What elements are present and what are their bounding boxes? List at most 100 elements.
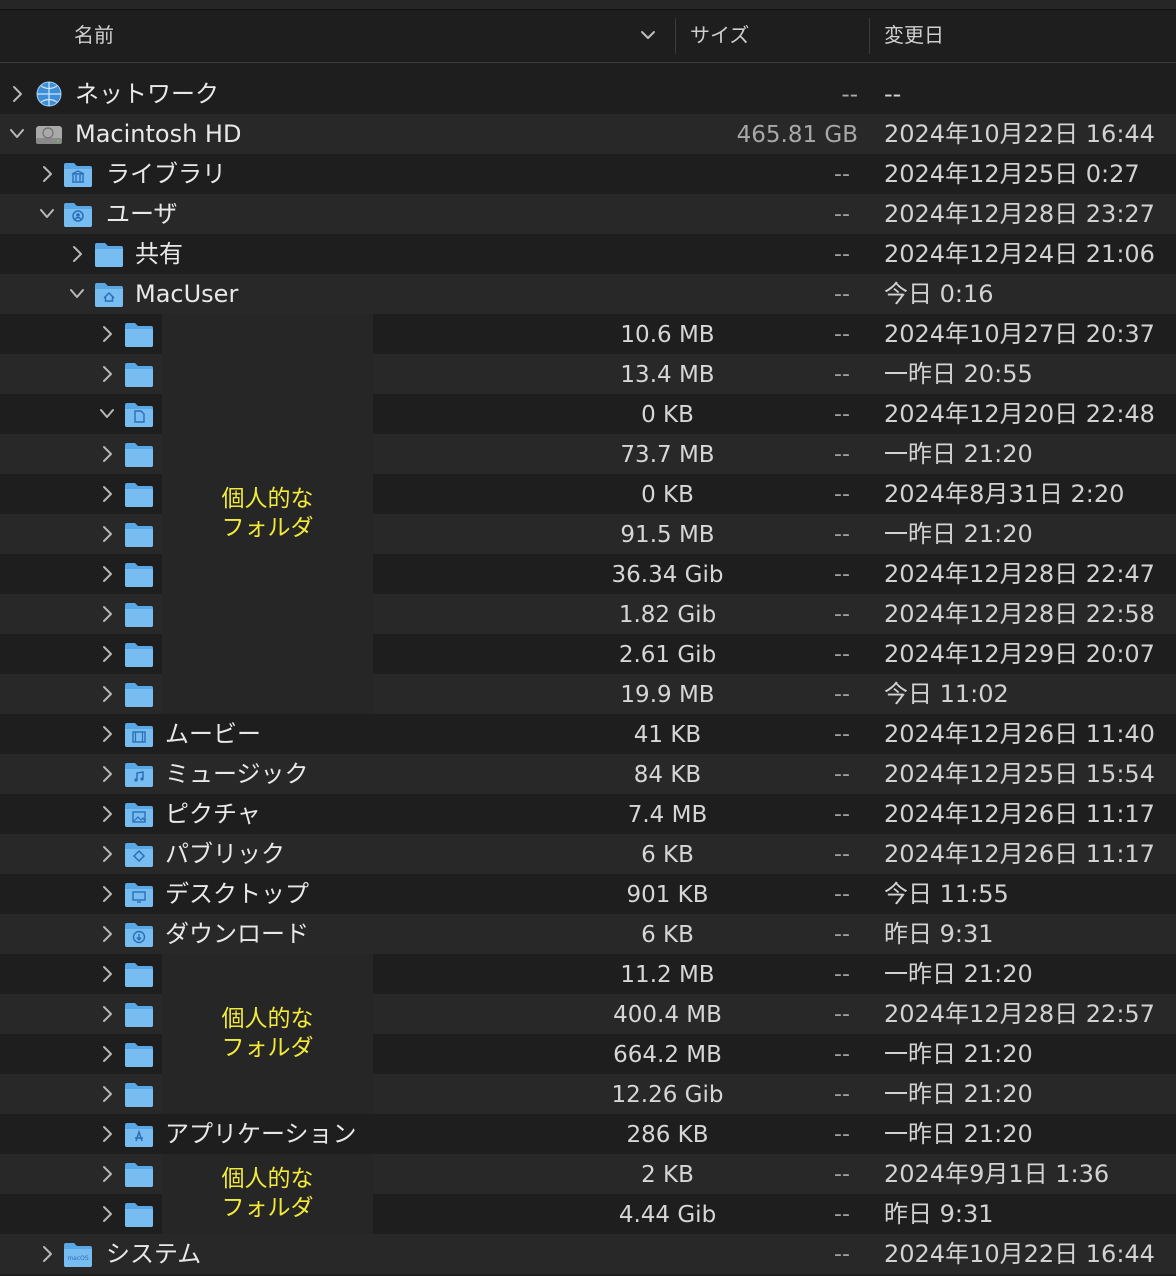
- column-divider[interactable]: [869, 18, 870, 54]
- list-row[interactable]: ダウンロード 6 KB -- 昨日 9:31: [0, 914, 1176, 954]
- item-name: ムービー: [165, 720, 261, 748]
- kind-placeholder: --: [834, 802, 850, 827]
- chevron-right-icon[interactable]: [10, 84, 24, 104]
- chevron-right-icon[interactable]: [100, 604, 114, 624]
- folder-icon: [124, 480, 154, 508]
- kind-placeholder: --: [834, 962, 850, 987]
- item-size: 400.4 MB: [613, 1002, 722, 1028]
- chevron-right-icon[interactable]: [100, 724, 114, 744]
- folder-icon: [94, 240, 124, 268]
- kind-placeholder: --: [834, 1202, 850, 1227]
- chevron-right-icon[interactable]: [100, 924, 114, 944]
- redaction-label-line: フォルダ: [221, 515, 314, 541]
- chevron-right-icon[interactable]: [40, 1244, 54, 1264]
- list-row[interactable]: デスクトップ 901 KB -- 今日 11:55: [0, 874, 1176, 914]
- chevron-right-icon[interactable]: [100, 1204, 114, 1224]
- list-row[interactable]: ユーザ -- 2024年12月28日 23:27: [0, 194, 1176, 234]
- list-row[interactable]: パブリック 6 KB -- 2024年12月26日 11:17: [0, 834, 1176, 874]
- chevron-right-icon[interactable]: [100, 764, 114, 784]
- chevron-right-icon[interactable]: [100, 324, 114, 344]
- item-name: MacUser: [135, 280, 239, 308]
- chevron-right-icon[interactable]: [100, 884, 114, 904]
- chevron-right-icon[interactable]: [100, 844, 114, 864]
- chevron-right-icon[interactable]: [100, 524, 114, 544]
- chevron-down-icon[interactable]: [70, 284, 84, 304]
- chevron-right-icon[interactable]: [100, 644, 114, 664]
- chevron-right-icon[interactable]: [70, 244, 84, 264]
- library-folder-icon: [63, 160, 93, 188]
- kind-placeholder: --: [834, 442, 850, 467]
- kind-placeholder: --: [834, 602, 850, 627]
- chevron-right-icon[interactable]: [100, 564, 114, 584]
- item-size: 0 KB: [641, 402, 694, 428]
- folder-icon: [124, 960, 154, 988]
- item-size: 19.9 MB: [620, 682, 715, 708]
- list-row[interactable]: ライブラリ -- 2024年12月25日 0:27: [0, 154, 1176, 194]
- applications-folder-icon: [124, 1120, 154, 1148]
- item-size: 36.34 Gib: [611, 562, 724, 588]
- users-folder-icon: [63, 200, 93, 228]
- item-size: 286 KB: [626, 1122, 709, 1148]
- chevron-right-icon[interactable]: [100, 964, 114, 984]
- desktop-folder-icon: [124, 880, 154, 908]
- column-header-size[interactable]: サイズ: [690, 10, 749, 62]
- item-date-modified: 2024年10月27日 20:37: [884, 320, 1155, 348]
- item-size: 73.7 MB: [620, 442, 715, 468]
- item-name: アプリケーション: [165, 1120, 357, 1148]
- list-row[interactable]: アプリケーション 286 KB -- 一昨日 21:20: [0, 1114, 1176, 1154]
- chevron-down-icon[interactable]: [10, 124, 24, 144]
- chevron-right-icon[interactable]: [100, 1044, 114, 1064]
- list-row[interactable]: macOS システム -- 2024年10月22日 16:44: [0, 1234, 1176, 1274]
- list-row[interactable]: MacUser -- 今日 0:16: [0, 274, 1176, 314]
- list-row[interactable]: ネットワーク -- --: [0, 74, 1176, 114]
- chevron-right-icon[interactable]: [100, 484, 114, 504]
- item-date-modified: 2024年12月29日 20:07: [884, 640, 1155, 668]
- chevron-down-icon[interactable]: [100, 404, 114, 424]
- item-date-modified: 2024年12月24日 21:06: [884, 240, 1155, 268]
- folder-icon: [124, 360, 154, 388]
- item-date-modified: 今日 11:55: [884, 880, 1009, 908]
- column-divider[interactable]: [675, 18, 676, 54]
- chevron-right-icon[interactable]: [100, 1124, 114, 1144]
- item-name: ユーザ: [106, 200, 178, 228]
- list-row[interactable]: 共有 -- 2024年12月24日 21:06: [0, 234, 1176, 274]
- folder-icon: [124, 1080, 154, 1108]
- kind-placeholder: --: [834, 1242, 850, 1267]
- folder-icon: [124, 1200, 154, 1228]
- sort-chevron-down-icon[interactable]: [640, 29, 656, 41]
- item-size: 901 KB: [626, 882, 709, 908]
- item-date-modified: 一昨日 21:20: [884, 1040, 1033, 1068]
- chevron-right-icon[interactable]: [100, 684, 114, 704]
- chevron-right-icon[interactable]: [100, 1084, 114, 1104]
- kind-placeholder: --: [834, 162, 850, 187]
- kind-placeholder: --: [834, 922, 850, 947]
- list-row[interactable]: Macintosh HD 465.81 GB 2024年10月22日 16:44: [0, 114, 1176, 154]
- item-size: 1.82 Gib: [618, 602, 717, 628]
- chevron-right-icon[interactable]: [100, 1004, 114, 1024]
- item-date-modified: 2024年12月28日 22:57: [884, 1000, 1155, 1028]
- item-date-modified: 2024年12月28日 22:58: [884, 600, 1155, 628]
- kind-placeholder: --: [834, 842, 850, 867]
- kind-placeholder: --: [834, 1042, 850, 1067]
- folder-icon: [124, 640, 154, 668]
- chevron-right-icon[interactable]: [100, 804, 114, 824]
- chevron-right-icon[interactable]: [100, 364, 114, 384]
- svg-text:macOS: macOS: [67, 1255, 89, 1262]
- item-date-modified: 一昨日 21:20: [884, 520, 1033, 548]
- column-header-name[interactable]: 名前: [74, 10, 114, 62]
- chevron-right-icon[interactable]: [40, 164, 54, 184]
- chevron-down-icon[interactable]: [40, 204, 54, 224]
- column-header-date-modified[interactable]: 変更日: [884, 10, 944, 62]
- list-row[interactable]: ミュージック 84 KB -- 2024年12月25日 15:54: [0, 754, 1176, 794]
- item-name: 共有: [135, 240, 183, 268]
- item-date-modified: 一昨日 20:55: [884, 360, 1033, 388]
- item-date-modified: 今日 0:16: [884, 280, 994, 308]
- item-size: 12.26 Gib: [611, 1082, 724, 1108]
- list-row[interactable]: ムービー 41 KB -- 2024年12月26日 11:40: [0, 714, 1176, 754]
- network-globe-icon: [34, 80, 64, 108]
- chevron-right-icon[interactable]: [100, 444, 114, 464]
- list-row[interactable]: ピクチャ 7.4 MB -- 2024年12月26日 11:17: [0, 794, 1176, 834]
- movies-folder-icon: [124, 720, 154, 748]
- kind-placeholder: --: [834, 242, 850, 267]
- chevron-right-icon[interactable]: [100, 1164, 114, 1184]
